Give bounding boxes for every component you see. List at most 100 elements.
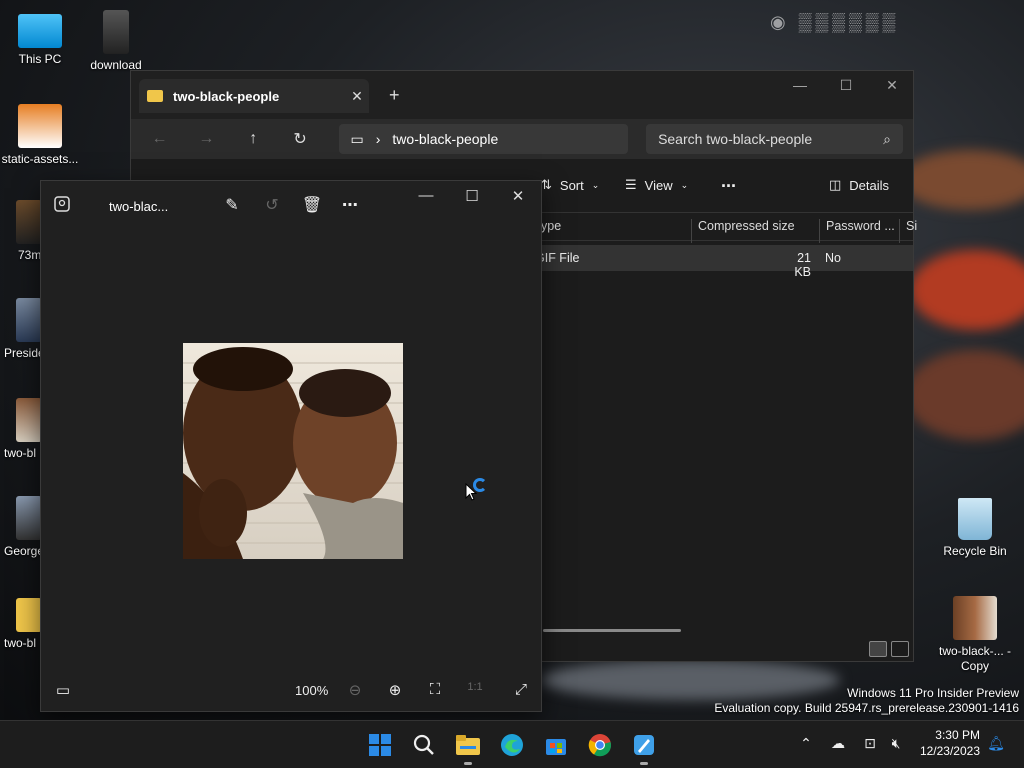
wallpaper-light-streak — [905, 350, 1024, 440]
system-clock[interactable]: 3:30 PM 12/23/2023 — [920, 727, 980, 759]
image-thumbnail — [16, 298, 42, 342]
file-explorer-icon[interactable] — [452, 729, 484, 765]
explorer-tab-bar: two-black-people ✕ + — ☐ ✕ — [131, 71, 913, 119]
explorer-address-bar: ← → ↑ ↻ ▭ › two-black-people Search two-… — [131, 119, 913, 159]
cell-compressed-size: 21 KB — [794, 251, 811, 279]
rotate-icon[interactable]: ↺ — [261, 195, 283, 217]
image-thumbnail — [16, 398, 42, 442]
image-thumbnail — [16, 496, 42, 540]
os-build-watermark: Windows 11 Pro Insider Preview Evaluatio… — [714, 686, 1019, 716]
cell-password: No — [825, 251, 841, 265]
desktop-icon-download[interactable]: download — [76, 10, 156, 72]
image-thumbnail — [18, 104, 62, 148]
chevron-down-icon: ⌄ — [591, 179, 600, 190]
filmstrip-icon[interactable]: ▭ — [51, 681, 75, 699]
clock-date: 12/23/2023 — [919, 744, 980, 758]
edit-image-icon[interactable]: ✎ — [221, 195, 243, 217]
details-pane-button[interactable]: ◫ Details — [829, 177, 889, 193]
more-options-icon[interactable]: ⋯ — [339, 195, 361, 217]
clock-time: 3:30 PM — [935, 728, 980, 742]
column-header-compressed-size[interactable]: Compressed size — [691, 219, 795, 243]
recycle-bin-icon — [958, 498, 992, 540]
show-hidden-icons-chevron-icon[interactable]: ⌃ — [796, 735, 816, 752]
desktop-icon-this-pc[interactable]: This PC — [0, 10, 80, 66]
details-label: Details — [849, 177, 890, 193]
photos-window[interactable]: two-blac... ✎ ↺ 🗑 ⋯ — ☐ ✕ ▭ 100% ⊖ ⊕ ⛶ 1… — [40, 180, 542, 712]
wallpaper-light-streak — [910, 250, 1024, 330]
address-box[interactable]: ▭ › two-black-people — [338, 124, 629, 154]
network-icon[interactable]: ⊡ — [860, 735, 880, 752]
folder-icon — [147, 90, 163, 102]
notifications-bell-icon[interactable]: 🔔︎ — [986, 735, 1006, 752]
chevron-down-icon: ⌄ — [680, 179, 689, 190]
refresh-button[interactable]: ↻ — [282, 129, 319, 149]
explorer-tab[interactable]: two-black-people ✕ — [139, 79, 369, 113]
details-pane-icon: ◫ — [829, 177, 842, 192]
desktop-icon-label: static-assets... — [1, 152, 79, 166]
horizontal-scrollbar[interactable] — [543, 629, 681, 632]
photos-app-icon — [54, 196, 70, 212]
details-view-toggle[interactable] — [869, 641, 887, 657]
onedrive-icon[interactable]: ☁ — [828, 735, 848, 752]
sort-icon: ⇅ — [541, 177, 552, 192]
back-button[interactable]: ← — [141, 130, 178, 148]
full-screen-icon[interactable]: ⤢ — [509, 681, 533, 698]
new-tab-button[interactable]: + — [389, 85, 400, 106]
wallpaper-light-streak — [900, 150, 1024, 210]
column-header-password[interactable]: Password ... — [819, 219, 895, 243]
delete-icon[interactable]: 🗑 — [301, 195, 323, 217]
desktop-icon-label: This PC — [18, 52, 62, 66]
displayed-photo — [183, 343, 403, 559]
up-button[interactable]: ↑ — [235, 130, 272, 148]
zoom-out-icon[interactable]: ⊖ — [343, 681, 367, 699]
edge-icon[interactable] — [496, 729, 528, 761]
search-icon: ⌕ — [883, 130, 891, 147]
search-icon[interactable] — [408, 729, 440, 761]
image-thumbnail — [16, 200, 42, 244]
fit-to-window-icon[interactable]: ⛶ — [423, 681, 447, 698]
actual-size-icon[interactable]: 1:1 — [463, 681, 487, 693]
close-button[interactable]: ✕ — [869, 77, 915, 94]
photos-title-bar: two-blac... ✎ ↺ 🗑 ⋯ — ☐ ✕ — [41, 181, 541, 231]
sort-label: Sort — [559, 177, 584, 193]
desktop-icon-label: Recycle Bin — [943, 544, 1007, 558]
tab-title: two-black-people — [173, 88, 280, 104]
maximize-button[interactable]: ☐ — [823, 77, 869, 94]
store-icon[interactable] — [540, 729, 572, 761]
close-button[interactable]: ✕ — [495, 187, 541, 205]
zoom-level: 100% — [295, 683, 329, 698]
watermark-line-2: Evaluation copy. Build 25947.rs_prerelea… — [714, 701, 1019, 715]
zoom-in-icon[interactable]: ⊕ — [383, 681, 407, 699]
chevron-right-icon: › — [375, 131, 381, 147]
minimize-button[interactable]: — — [403, 187, 449, 204]
desktop-icon-recycle-bin[interactable]: Recycle Bin — [935, 498, 1015, 558]
chrome-icon[interactable] — [584, 729, 616, 761]
wallpaper-watermark: ◉ ▒▒▒▒▒▒ — [770, 12, 900, 32]
address-text: two-black-people — [392, 131, 499, 147]
desktop-icon-two-black-copy[interactable]: two-black-... - Copy — [935, 596, 1015, 674]
maximize-button[interactable]: ☐ — [449, 187, 495, 205]
image-thumbnail — [103, 10, 129, 54]
minimize-button[interactable]: — — [777, 77, 823, 93]
desktop-icon-static-assets[interactable]: static-assets... — [0, 104, 80, 166]
search-placeholder: Search two-black-people — [658, 131, 813, 147]
start-icon[interactable] — [364, 729, 396, 761]
view-icon: ☰ — [625, 177, 637, 192]
forward-button[interactable]: → — [188, 130, 225, 148]
zip-folder-icon — [16, 598, 42, 632]
close-tab-icon[interactable]: ✕ — [345, 88, 369, 105]
more-label: ... — [721, 171, 737, 191]
tiles-view-toggle[interactable] — [891, 641, 909, 657]
paint-icon[interactable] — [628, 729, 660, 765]
photos-bottom-bar: ▭ 100% ⊖ ⊕ ⛶ 1:1 ⤢ — [41, 671, 541, 711]
photos-file-name: two-blac... — [109, 199, 169, 214]
watermark-line-1: Windows 11 Pro Insider Preview — [847, 686, 1019, 700]
search-input[interactable]: Search two-black-people ⌕ — [646, 124, 903, 154]
column-header-size[interactable]: Si — [899, 219, 917, 243]
sort-button[interactable]: ⇅ Sort ⌄ — [541, 177, 599, 193]
image-thumbnail — [953, 596, 997, 640]
view-label: View — [644, 177, 673, 193]
volume-muted-icon[interactable]: 🔇︎ — [886, 735, 906, 752]
view-button[interactable]: ☰ View ⌄ — [625, 177, 688, 193]
more-options-button[interactable]: ... — [721, 171, 736, 192]
